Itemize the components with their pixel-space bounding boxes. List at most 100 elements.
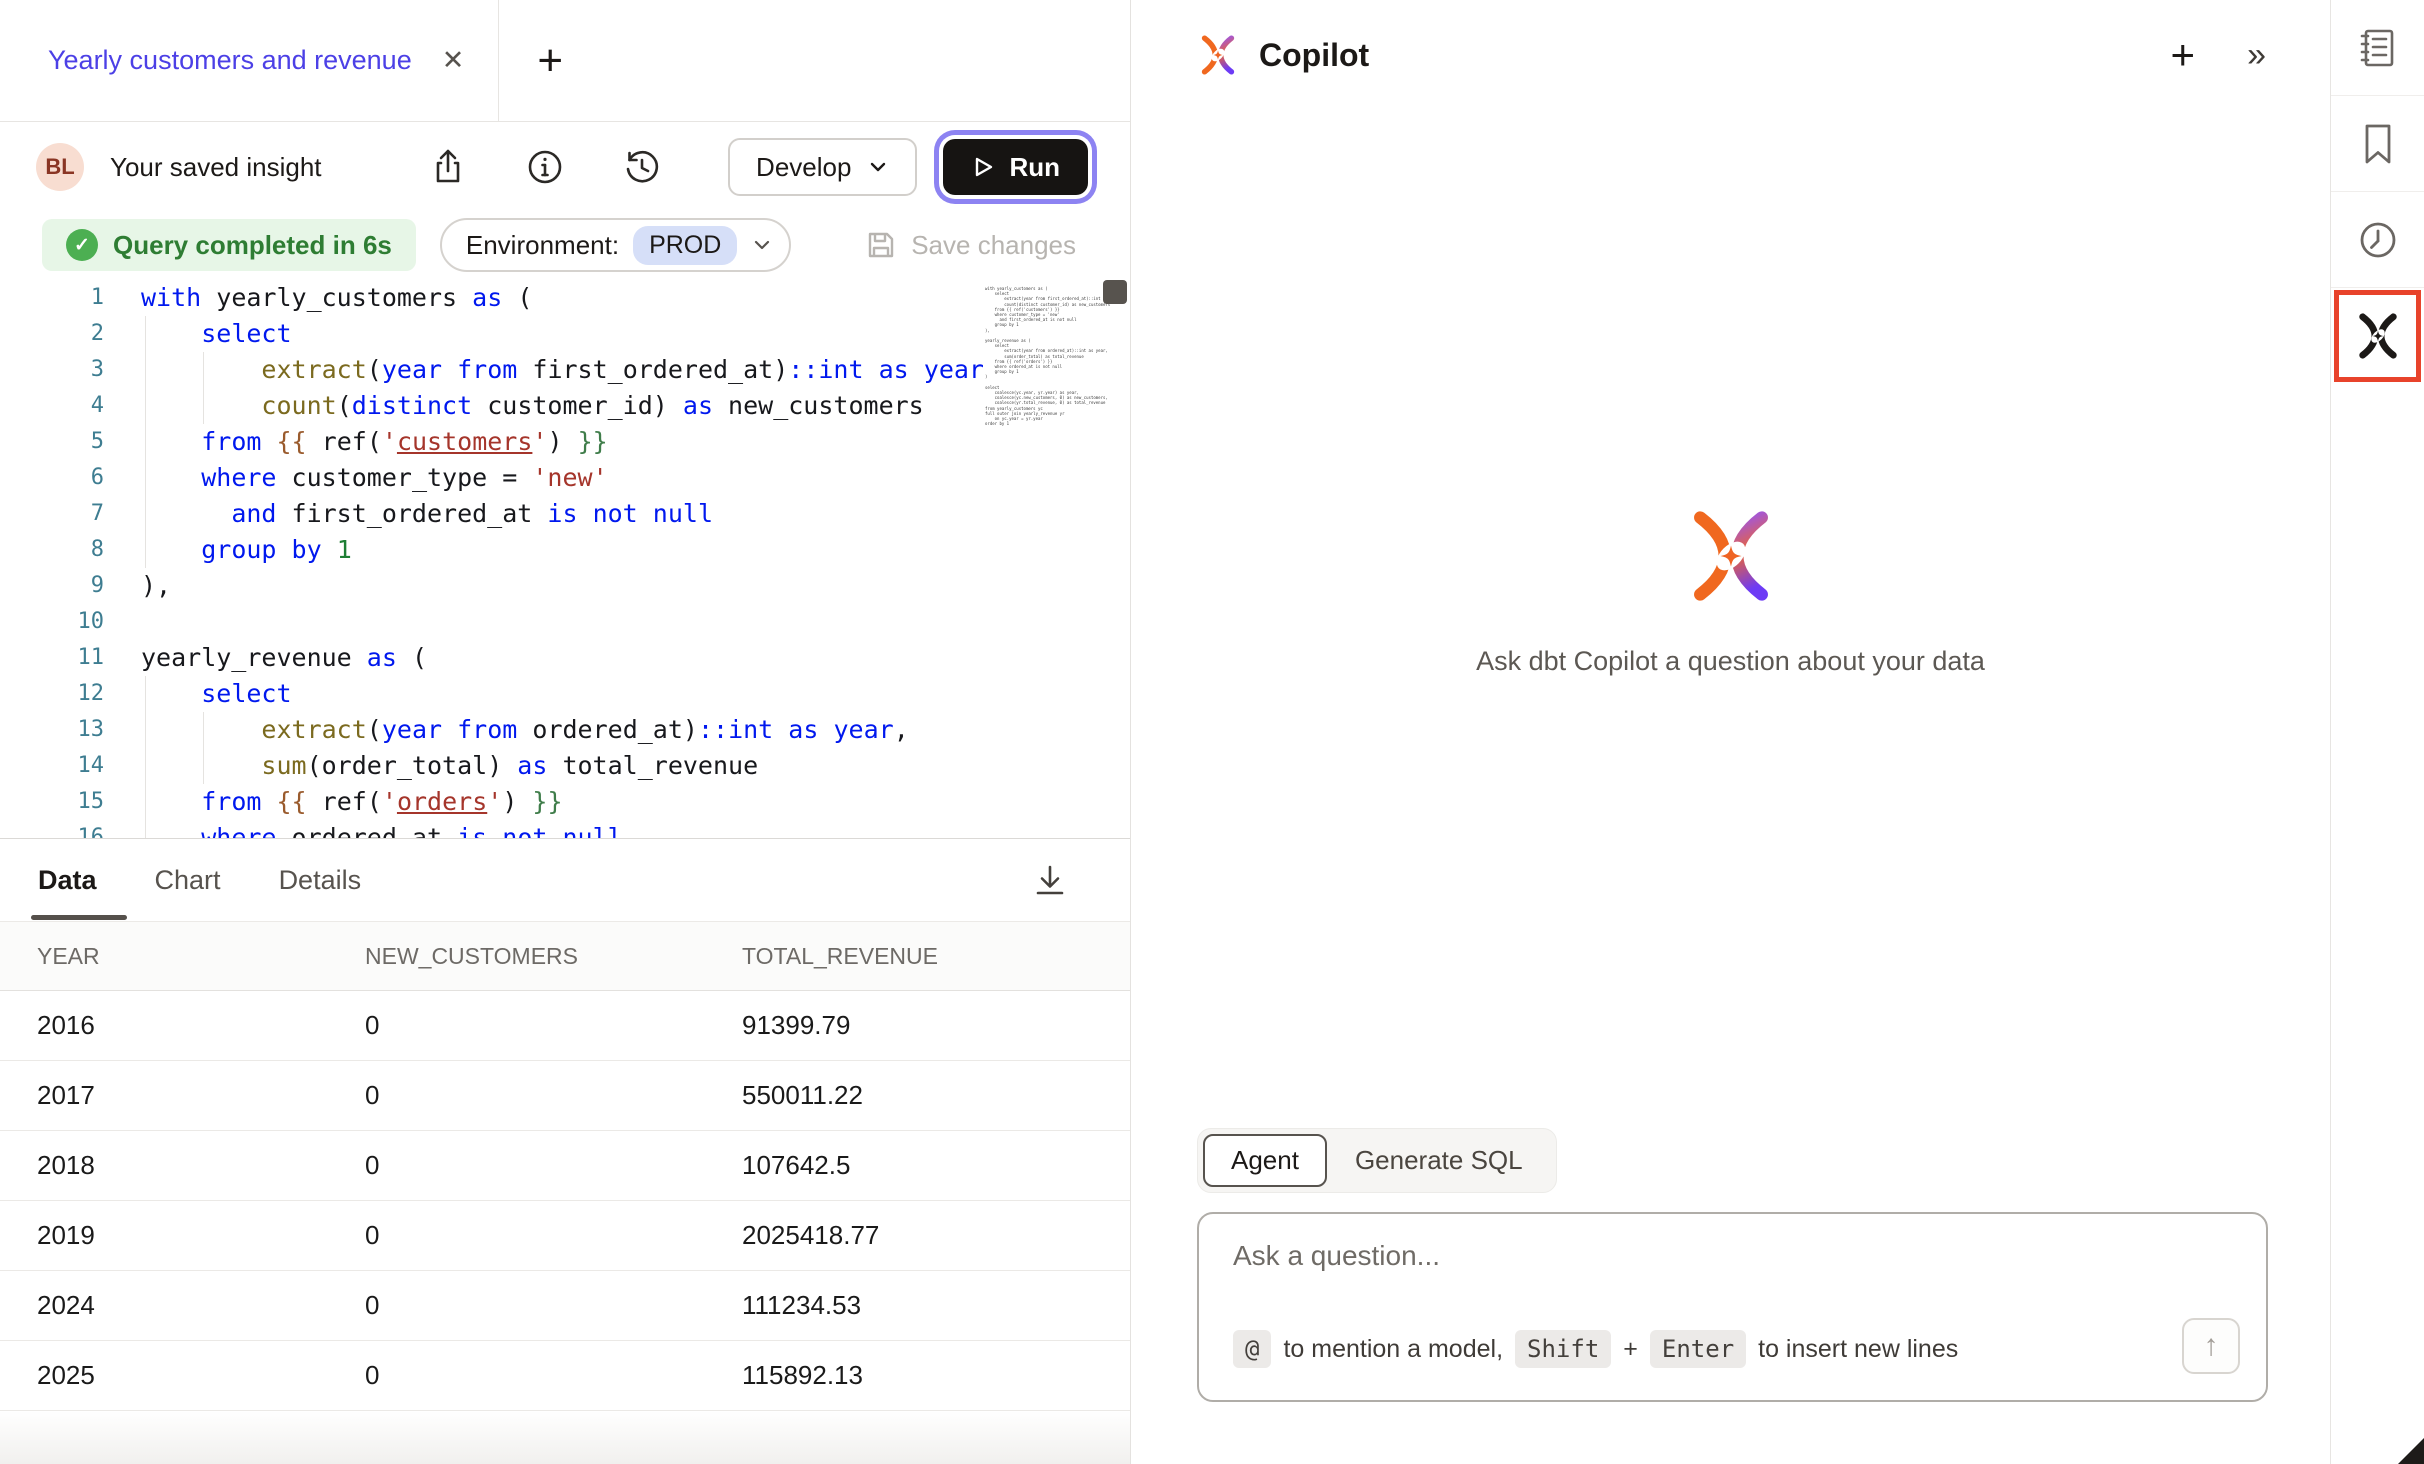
results-panel: Data Chart Details YEARNEW_CUSTOMERSTOTA… bbox=[0, 838, 1130, 1464]
results-table-body: 2016091399.7920170550011.2220180107642.5… bbox=[0, 991, 1130, 1411]
table-cell: 2018 bbox=[0, 1150, 365, 1181]
close-icon[interactable]: ✕ bbox=[442, 45, 465, 76]
hint-mention-text: to mention a model, bbox=[1283, 1335, 1503, 1364]
code-line: ), bbox=[141, 568, 985, 604]
query-pane: Yearly customers and revenue ✕ + BL Your… bbox=[0, 0, 1131, 1464]
copilot-active-highlight bbox=[2334, 290, 2421, 382]
plus-icon: + bbox=[537, 36, 563, 86]
column-header: TOTAL_REVENUE bbox=[742, 943, 1130, 970]
table-cell: 91399.79 bbox=[742, 1010, 1130, 1041]
table-cell: 0 bbox=[365, 1010, 742, 1041]
history-icon[interactable] bbox=[621, 146, 663, 188]
code-line: extract(year from first_ordered_at)::int… bbox=[141, 352, 985, 388]
check-circle-icon: ✓ bbox=[66, 229, 98, 261]
query-status-text: Query completed in 6s bbox=[113, 230, 392, 261]
input-hint: @ to mention a model, Shift + Enter to i… bbox=[1233, 1330, 1958, 1368]
code-line: count(distinct customer_id) as new_custo… bbox=[141, 388, 985, 424]
tab-bar: Yearly customers and revenue ✕ + bbox=[0, 0, 1130, 122]
environment-value: PROD bbox=[633, 226, 737, 265]
code-line: from {{ ref('customers') }} bbox=[141, 424, 985, 460]
dbt-copilot-logo-icon bbox=[1197, 34, 1239, 76]
input-placeholder: Ask a question... bbox=[1233, 1240, 1440, 1272]
active-tab-underline bbox=[31, 915, 127, 920]
chevron-down-icon bbox=[751, 234, 773, 256]
column-header: YEAR bbox=[0, 943, 365, 970]
tab-yearly-customers-and-revenue[interactable]: Yearly customers and revenue ✕ bbox=[0, 0, 499, 121]
develop-label: Develop bbox=[756, 152, 851, 183]
table-cell: 107642.5 bbox=[742, 1150, 1130, 1181]
environment-label: Environment: bbox=[466, 230, 619, 261]
table-cell: 0 bbox=[365, 1360, 742, 1391]
editor-gutter: 12345678910111213141516 bbox=[0, 280, 104, 838]
tab-data[interactable]: Data bbox=[38, 865, 97, 896]
tab-details[interactable]: Details bbox=[279, 865, 362, 896]
dbt-copilot-logo-large bbox=[1683, 508, 1779, 604]
send-button[interactable]: ↑ bbox=[2182, 1318, 2240, 1374]
code-lines[interactable]: with yearly_customers as ( select extrac… bbox=[141, 280, 985, 838]
code-line: select bbox=[141, 316, 985, 352]
status-bar: ✓ Query completed in 6s Environment: PRO… bbox=[0, 212, 1130, 278]
table-cell: 2024 bbox=[0, 1290, 365, 1321]
table-cell: 2025 bbox=[0, 1360, 365, 1391]
bookmark-icon[interactable] bbox=[2331, 96, 2424, 192]
table-footer-area bbox=[0, 1411, 1130, 1464]
develop-button[interactable]: Develop bbox=[728, 138, 917, 196]
code-line: extract(year from ordered_at)::int as ye… bbox=[141, 712, 985, 748]
play-icon bbox=[971, 155, 995, 179]
code-line: with yearly_customers as ( bbox=[141, 280, 985, 316]
right-icon-rail bbox=[2330, 0, 2424, 1464]
app: Yearly customers and revenue ✕ + BL Your… bbox=[0, 0, 2424, 1464]
run-button[interactable]: Run bbox=[943, 139, 1088, 195]
table-row[interactable]: 201902025418.77 bbox=[0, 1201, 1130, 1271]
arrow-up-icon: ↑ bbox=[2204, 1329, 2219, 1363]
at-key: @ bbox=[1233, 1330, 1271, 1368]
catalog-notebook-icon[interactable] bbox=[2331, 0, 2424, 96]
table-row[interactable]: 20250115892.13 bbox=[0, 1341, 1130, 1411]
mode-agent[interactable]: Agent bbox=[1203, 1134, 1327, 1187]
editor-scrollbar-thumb[interactable] bbox=[1103, 280, 1127, 304]
info-icon[interactable] bbox=[524, 146, 566, 188]
dbt-copilot-icon-black bbox=[2354, 312, 2402, 360]
new-tab-button[interactable]: + bbox=[537, 0, 563, 121]
history-clock-icon[interactable] bbox=[2331, 192, 2424, 288]
table-cell: 0 bbox=[365, 1290, 742, 1321]
run-label: Run bbox=[1009, 152, 1060, 183]
download-icon[interactable] bbox=[1028, 859, 1072, 903]
tab-chart[interactable]: Chart bbox=[155, 865, 221, 896]
copilot-mode-toggle: Agent Generate SQL bbox=[1197, 1128, 1557, 1193]
table-row[interactable]: 20240111234.53 bbox=[0, 1271, 1130, 1341]
sql-editor[interactable]: 12345678910111213141516 with yearly_cust… bbox=[0, 278, 1130, 838]
table-row[interactable]: 2016091399.79 bbox=[0, 991, 1130, 1061]
new-chat-icon[interactable]: + bbox=[2171, 31, 2196, 79]
copilot-empty-state: Ask dbt Copilot a question about your da… bbox=[1131, 508, 2330, 677]
copilot-question-input[interactable]: Ask a question... @ to mention a model, … bbox=[1197, 1212, 2268, 1402]
collapse-panel-icon[interactable]: » bbox=[2247, 36, 2264, 75]
editor-minimap[interactable]: with yearly_customers as ( select extrac… bbox=[985, 286, 1103, 426]
copilot-rail-item[interactable] bbox=[2331, 288, 2424, 384]
copilot-header: Copilot + » bbox=[1131, 0, 2330, 110]
mode-generate-sql[interactable]: Generate SQL bbox=[1327, 1136, 1551, 1185]
save-changes-button[interactable]: Save changes bbox=[865, 229, 1076, 261]
table-cell: 550011.22 bbox=[742, 1080, 1130, 1111]
shift-key: Shift bbox=[1515, 1330, 1611, 1368]
save-changes-label: Save changes bbox=[911, 230, 1076, 261]
chevron-down-icon bbox=[867, 156, 889, 178]
table-row[interactable]: 20170550011.22 bbox=[0, 1061, 1130, 1131]
resize-corner bbox=[2398, 1438, 2424, 1464]
code-line: from {{ ref('orders') }} bbox=[141, 784, 985, 820]
code-line: where customer_type = 'new' bbox=[141, 460, 985, 496]
avatar: BL bbox=[36, 143, 84, 191]
insight-header: BL Your saved insight Develop bbox=[0, 122, 1130, 212]
results-tabs: Data Chart Details bbox=[0, 839, 1130, 921]
table-header-row: YEARNEW_CUSTOMERSTOTAL_REVENUE bbox=[0, 921, 1130, 991]
column-header: NEW_CUSTOMERS bbox=[365, 943, 742, 970]
environment-selector[interactable]: Environment: PROD bbox=[440, 218, 791, 272]
page-title: Your saved insight bbox=[110, 152, 322, 183]
table-cell: 2016 bbox=[0, 1010, 365, 1041]
code-line: yearly_revenue as ( bbox=[141, 640, 985, 676]
table-cell: 115892.13 bbox=[742, 1360, 1130, 1391]
copilot-title: Copilot bbox=[1259, 37, 1369, 74]
share-icon[interactable] bbox=[427, 146, 469, 188]
table-row[interactable]: 20180107642.5 bbox=[0, 1131, 1130, 1201]
code-line bbox=[141, 604, 985, 640]
